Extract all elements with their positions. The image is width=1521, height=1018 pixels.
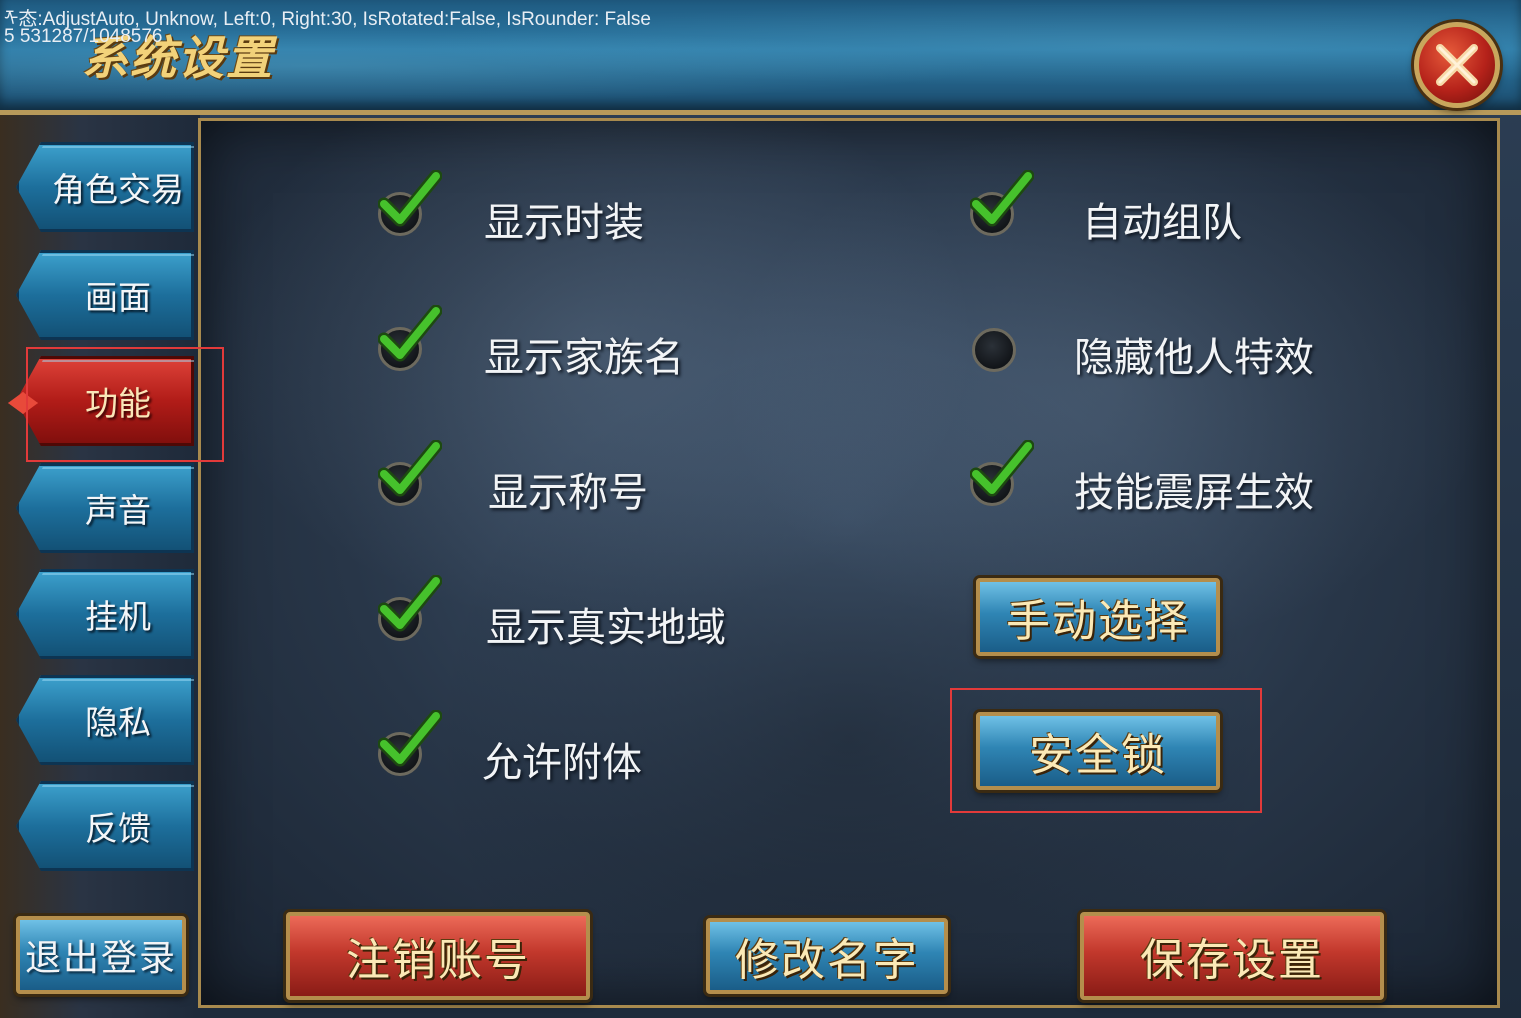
tab-sound[interactable]: 声音 xyxy=(16,463,194,553)
close-button[interactable] xyxy=(1414,22,1500,108)
option-label: 显示真实地域 xyxy=(486,605,726,651)
option-label: 允许附体 xyxy=(482,740,642,786)
manual-select-label: 手动选择 xyxy=(1006,596,1190,647)
tab-role-trade[interactable]: 角色交易 xyxy=(16,142,194,232)
logout-button[interactable]: 退出登录 xyxy=(16,916,186,994)
tab-auto-play[interactable]: 挂机 xyxy=(16,569,194,659)
tab-label: 声音 xyxy=(85,491,151,530)
option-show-title[interactable]: 显示称号 xyxy=(378,440,698,516)
option-label: 自动组队 xyxy=(1082,200,1242,246)
option-label: 隐藏他人特效 xyxy=(1074,335,1314,381)
option-label: 显示称号 xyxy=(488,470,648,516)
close-x-icon xyxy=(1436,44,1478,86)
checkmark-icon xyxy=(970,170,1034,227)
option-show-real-region[interactable]: 显示真实地域 xyxy=(378,575,758,651)
option-label: 显示时装 xyxy=(484,200,644,246)
option-label: 显示家族名 xyxy=(484,335,684,381)
logout-button-label: 退出登录 xyxy=(24,938,177,979)
option-auto-team[interactable]: 自动组队 xyxy=(970,170,1290,246)
tab-label: 角色交易 xyxy=(52,170,184,209)
checkmark-icon xyxy=(378,305,442,362)
debug-overlay-line: 5 531287/1048576 xyxy=(4,26,163,47)
rename-button[interactable]: 修改名字 xyxy=(706,918,948,994)
highlight-box-function-tab xyxy=(26,347,224,462)
highlight-box-security-lock xyxy=(950,688,1262,813)
tab-label: 隐私 xyxy=(85,703,151,742)
tab-graphics[interactable]: 画面 xyxy=(16,250,194,340)
tab-feedback[interactable]: 反馈 xyxy=(16,781,194,871)
checkmark-icon xyxy=(378,575,442,632)
option-label: 技能震屏生效 xyxy=(1074,470,1314,516)
cancel-account-button[interactable]: 注销账号 xyxy=(286,912,590,1000)
checkmark-icon xyxy=(378,440,442,497)
option-show-family-name[interactable]: 显示家族名 xyxy=(378,305,718,381)
save-settings-label: 保存设置 xyxy=(1140,935,1324,986)
function-settings-panel xyxy=(198,118,1500,1008)
tab-label: 挂机 xyxy=(85,597,151,636)
settings-window: ᡯ态:AdjustAuto, Unknow, Left:0, Right:30,… xyxy=(0,0,1521,1018)
option-show-costume[interactable]: 显示时装 xyxy=(378,170,698,246)
option-hide-others-effects[interactable]: 隐藏他人特效 xyxy=(970,317,1350,381)
checkmark-icon xyxy=(378,170,442,227)
checkmark-icon xyxy=(970,440,1034,497)
option-allow-possession[interactable]: 允许附体 xyxy=(378,710,698,786)
checkmark-icon xyxy=(378,710,442,767)
checkbox-base-unchecked xyxy=(972,328,1016,372)
manual-select-button[interactable]: 手动选择 xyxy=(976,578,1220,656)
save-settings-button[interactable]: 保存设置 xyxy=(1080,912,1384,1000)
cancel-account-label: 注销账号 xyxy=(346,935,530,986)
rename-label: 修改名字 xyxy=(735,935,919,986)
option-skill-screen-shake[interactable]: 技能震屏生效 xyxy=(970,440,1350,516)
tab-privacy[interactable]: 隐私 xyxy=(16,675,194,765)
tab-label: 画面 xyxy=(85,278,151,317)
tab-label: 反馈 xyxy=(85,809,151,848)
